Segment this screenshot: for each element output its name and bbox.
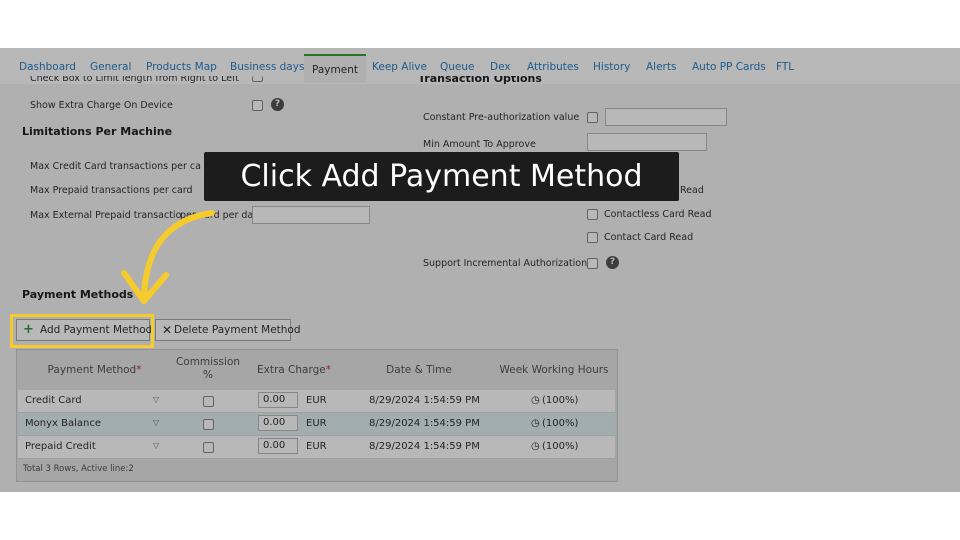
- date-time-cell: 8/29/2024 1:54:59 PM: [369, 418, 480, 429]
- limit-length-label: Check Box to Limit length from Right to …: [30, 76, 239, 84]
- curved-arrow-icon: [121, 210, 215, 304]
- clock-icon: ◷: [531, 395, 540, 406]
- currency-label: EUR: [306, 395, 327, 406]
- help-icon[interactable]: ?: [271, 98, 284, 111]
- column-header-commission[interactable]: Commission%: [172, 350, 244, 390]
- tab-dex[interactable]: Dex: [490, 61, 511, 73]
- add-button-highlight: [10, 314, 154, 348]
- transaction-options-header: Transaction Options: [418, 76, 542, 85]
- chevron-down-icon[interactable]: ▽: [153, 418, 159, 427]
- tab-alerts[interactable]: Alerts: [646, 61, 676, 73]
- tab-general[interactable]: General: [90, 61, 131, 73]
- commission-checkbox[interactable]: [203, 396, 214, 407]
- contact-checkbox[interactable]: [587, 232, 598, 243]
- currency-label: EUR: [306, 418, 327, 429]
- chevron-down-icon[interactable]: ▽: [153, 441, 159, 450]
- show-extra-charge-label: Show Extra Charge On Device: [30, 100, 173, 111]
- column-header-extra-charge[interactable]: Extra Charge*: [244, 350, 344, 390]
- payment-method-cell[interactable]: Credit Card: [25, 395, 82, 406]
- tab-queue[interactable]: Queue: [440, 61, 475, 73]
- contactless-checkbox[interactable]: [587, 209, 598, 220]
- column-header-week-hours[interactable]: Week Working Hours: [494, 350, 614, 390]
- tab-history[interactable]: History: [593, 61, 630, 73]
- min-amount-input[interactable]: [587, 133, 707, 151]
- max-credit-label: Max Credit Card transactions per ca: [30, 161, 201, 172]
- tab-attributes[interactable]: Attributes: [527, 61, 579, 73]
- week-hours-cell[interactable]: (100%): [542, 395, 578, 406]
- table-row[interactable]: Monyx Balance ▽ 0.00 EUR 8/29/2024 1:54:…: [18, 413, 615, 436]
- extra-charge-input[interactable]: 0.00: [258, 415, 298, 431]
- clock-icon: ◷: [531, 418, 540, 429]
- grid-footer: Total 3 Rows, Active line:2: [23, 464, 134, 474]
- contactless-label: Contactless Card Read: [604, 209, 712, 220]
- max-external-input[interactable]: [252, 206, 370, 224]
- min-amount-label: Min Amount To Approve: [423, 139, 536, 150]
- constant-preauth-checkbox[interactable]: [587, 112, 598, 123]
- extra-charge-input[interactable]: 0.00: [258, 392, 298, 408]
- tab-dashboard[interactable]: Dashboard: [19, 61, 76, 73]
- commission-checkbox[interactable]: [203, 419, 214, 430]
- tutorial-callout: Click Add Payment Method: [204, 152, 679, 201]
- chevron-down-icon[interactable]: ▽: [153, 395, 159, 404]
- card-read-label: Read: [680, 185, 704, 196]
- tab-auto-pp-cards[interactable]: Auto PP Cards: [692, 61, 766, 73]
- extra-charge-input[interactable]: 0.00: [258, 438, 298, 454]
- incremental-auth-checkbox[interactable]: [587, 258, 598, 269]
- table-row[interactable]: Credit Card ▽ 0.00 EUR 8/29/2024 1:54:59…: [18, 390, 615, 413]
- payment-methods-grid: Payment Method* Commission% Extra Charge…: [16, 349, 618, 482]
- currency-label: EUR: [306, 441, 327, 452]
- tab-payment[interactable]: Payment: [304, 54, 366, 83]
- limit-length-checkbox[interactable]: [252, 76, 263, 82]
- help-icon[interactable]: ?: [606, 256, 619, 269]
- payment-method-cell[interactable]: Prepaid Credit: [25, 441, 96, 452]
- week-hours-cell[interactable]: (100%): [542, 441, 578, 452]
- limitations-header: Limitations Per Machine: [22, 125, 173, 138]
- constant-preauth-label: Constant Pre-authorization value: [423, 112, 580, 123]
- commission-checkbox[interactable]: [203, 442, 214, 453]
- tab-keep-alive[interactable]: Keep Alive: [372, 61, 427, 73]
- column-header-payment-method[interactable]: Payment Method*: [17, 350, 172, 390]
- incremental-auth-label: Support Incremental Authorization: [423, 258, 588, 269]
- column-header-date-time[interactable]: Date & Time: [344, 350, 494, 390]
- tab-ftl[interactable]: FTL: [776, 61, 794, 73]
- week-hours-cell[interactable]: (100%): [542, 418, 578, 429]
- payment-method-cell[interactable]: Monyx Balance: [25, 418, 101, 429]
- date-time-cell: 8/29/2024 1:54:59 PM: [369, 441, 480, 452]
- delete-payment-method-button[interactable]: ✕ Delete Payment Method: [155, 319, 301, 341]
- tab-products-map[interactable]: Products Map: [146, 61, 217, 73]
- close-icon: ✕: [162, 323, 173, 337]
- clock-icon: ◷: [531, 441, 540, 452]
- table-row[interactable]: Prepaid Credit ▽ 0.00 EUR 8/29/2024 1:54…: [18, 436, 615, 459]
- max-prepaid-label: Max Prepaid transactions per card: [30, 185, 193, 196]
- date-time-cell: 8/29/2024 1:54:59 PM: [369, 395, 480, 406]
- contact-label: Contact Card Read: [604, 232, 694, 243]
- show-extra-charge-checkbox[interactable]: [252, 100, 263, 111]
- tab-business-days[interactable]: Business days: [230, 61, 304, 73]
- constant-preauth-input[interactable]: [605, 108, 727, 126]
